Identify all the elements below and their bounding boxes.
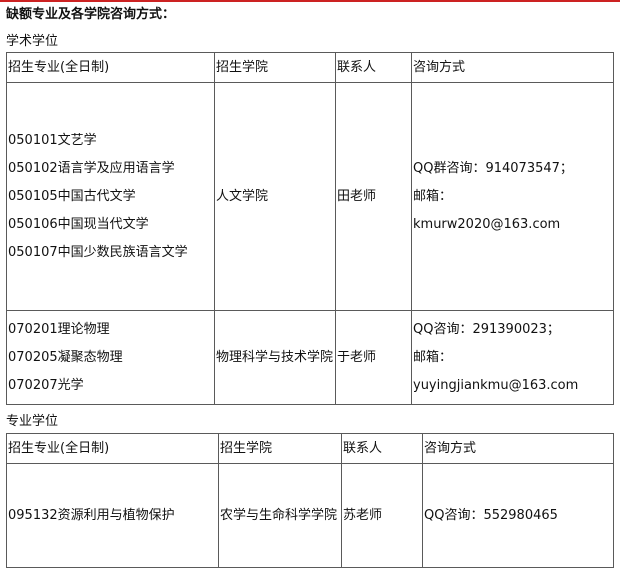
- contact-cell: 于老师: [335, 310, 412, 405]
- major-item: 050106中国现当代文学: [8, 216, 149, 232]
- consult-qq: QQ咨询：291390023；: [413, 321, 560, 337]
- header-contact: 联系人: [341, 433, 423, 464]
- header-major: 招生专业(全日制): [6, 52, 215, 83]
- top-accent-line: [0, 0, 620, 2]
- header-contact: 联系人: [335, 52, 412, 83]
- consult-email-label: 邮箱：: [413, 188, 453, 204]
- academic-degree-label: 学术学位: [6, 34, 59, 49]
- major-cell: 070201理论物理 070205凝聚态物理 070207光学: [6, 310, 215, 405]
- header-consult: 咨询方式: [411, 52, 614, 83]
- major-cell: 050101文艺学 050102语言学及应用语言学 050105中国古代文学 0…: [6, 82, 215, 311]
- major-item: 050102语言学及应用语言学: [8, 160, 175, 176]
- consult-email: kmurw2020@163.com: [413, 216, 561, 232]
- consult-qq: QQ咨询：552980465: [424, 507, 558, 523]
- major-item: 050101文艺学: [8, 132, 97, 148]
- consult-email: yuyingjiankmu@163.com: [413, 377, 579, 393]
- major-item: 070207光学: [8, 377, 84, 393]
- contact-cell: 田老师: [335, 82, 412, 311]
- consult-qq: QQ群咨询：914073547；: [413, 160, 573, 176]
- college-cell: 农学与生命科学学院: [218, 463, 342, 568]
- table-header-row: 招生专业(全日制) 招生学院 联系人 咨询方式: [6, 433, 614, 464]
- professional-degree-table: 招生专业(全日制) 招生学院 联系人 咨询方式 095132资源利用与植物保护 …: [6, 433, 614, 568]
- consult-cell: QQ咨询：552980465: [422, 463, 614, 568]
- consult-cell: QQ咨询：291390023； 邮箱： yuyingjiankmu@163.co…: [411, 310, 614, 405]
- major-item: 095132资源利用与植物保护: [8, 507, 175, 523]
- consult-cell: QQ群咨询：914073547； 邮箱： kmurw2020@163.com: [411, 82, 614, 311]
- header-college: 招生学院: [214, 52, 336, 83]
- header-college: 招生学院: [218, 433, 342, 464]
- major-item: 070205凝聚态物理: [8, 349, 123, 365]
- professional-degree-label: 专业学位: [6, 414, 59, 429]
- college-cell: 人文学院: [214, 82, 336, 311]
- major-item: 050107中国少数民族语言文学: [8, 244, 188, 260]
- table-header-row: 招生专业(全日制) 招生学院 联系人 咨询方式: [6, 52, 614, 83]
- major-cell: 095132资源利用与植物保护: [6, 463, 219, 568]
- table-row: 095132资源利用与植物保护 农学与生命科学学院 苏老师 QQ咨询：55298…: [6, 463, 614, 568]
- college-cell: 物理科学与技术学院: [214, 310, 336, 405]
- major-item: 050105中国古代文学: [8, 188, 136, 204]
- table-row: 050101文艺学 050102语言学及应用语言学 050105中国古代文学 0…: [6, 82, 614, 311]
- consult-email-label: 邮箱：: [413, 349, 453, 365]
- page-heading: 缺额专业及各学院咨询方式：: [6, 7, 176, 22]
- academic-degree-table: 招生专业(全日制) 招生学院 联系人 咨询方式 050101文艺学 050102…: [6, 52, 614, 405]
- table-row: 070201理论物理 070205凝聚态物理 070207光学 物理科学与技术学…: [6, 310, 614, 405]
- major-item: 070201理论物理: [8, 321, 110, 337]
- header-major: 招生专业(全日制): [6, 433, 219, 464]
- header-consult: 咨询方式: [422, 433, 614, 464]
- contact-cell: 苏老师: [341, 463, 423, 568]
